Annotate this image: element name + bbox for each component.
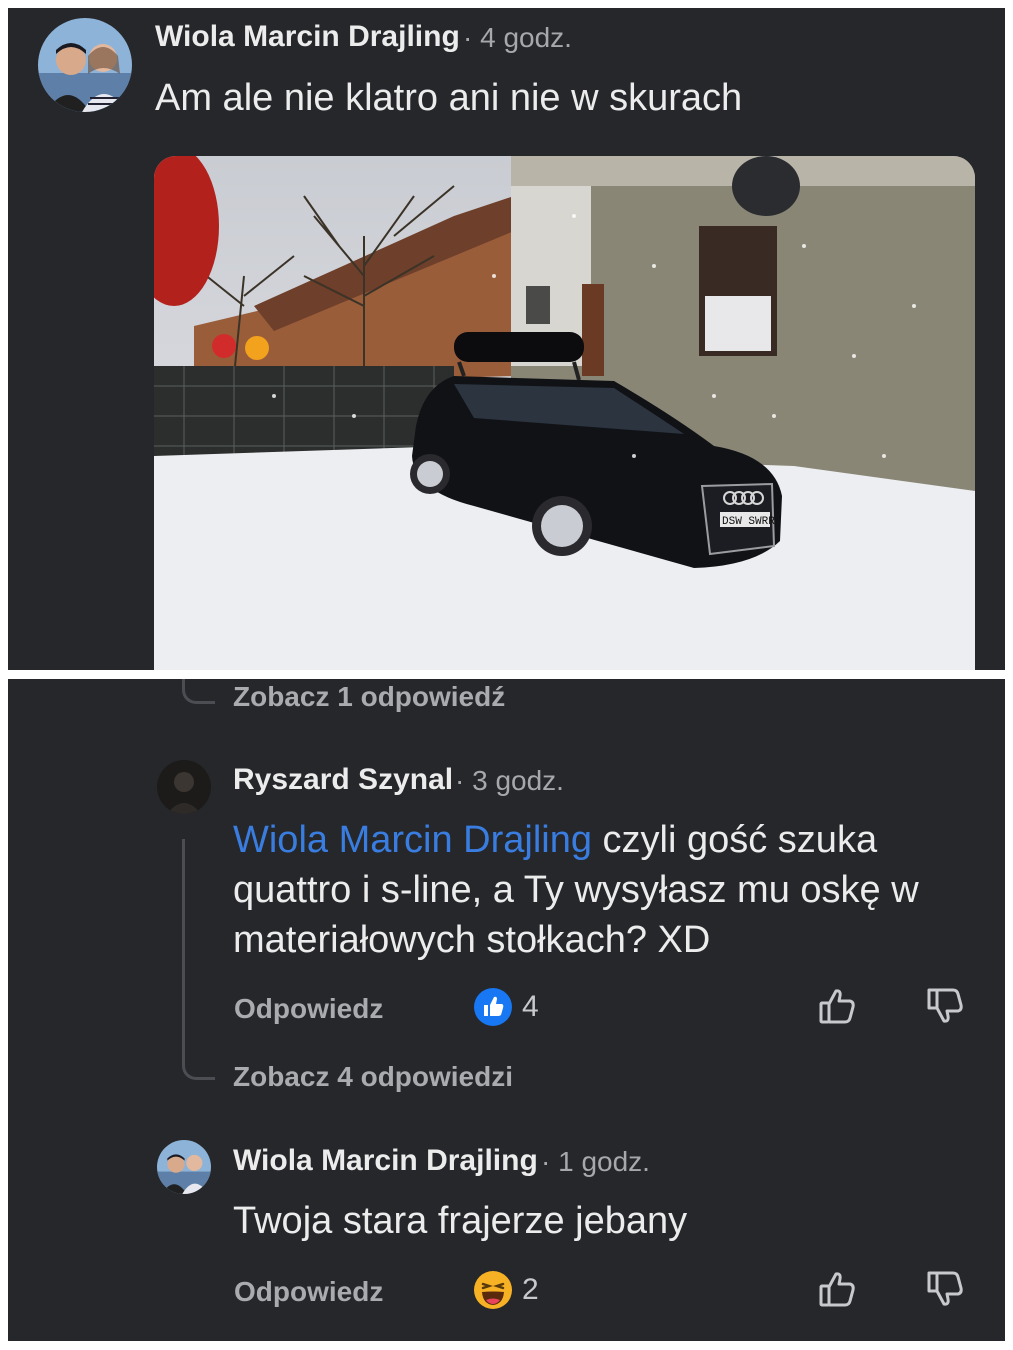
reaction-count: 2: [522, 1273, 539, 1306]
reply-author-name[interactable]: Ryszard Szynal: [233, 763, 453, 797]
attached-photo[interactable]: DSW SWRR: [154, 156, 975, 670]
thread-connector: [182, 1039, 215, 1080]
comment-text: Am ale nie klatro ani nie w skurach: [155, 77, 743, 119]
reaction-count: 4: [522, 990, 539, 1023]
thumbs-up-icon[interactable]: [816, 985, 858, 1027]
couple-avatar-icon: [38, 18, 132, 112]
reply-time: · 3 godz.: [455, 765, 564, 796]
replies-panel: Zobacz 1 odpowiedź Ryszard Szynal · 3 go…: [8, 679, 1005, 1341]
person-avatar-icon: [157, 760, 211, 814]
thumbs-down-icon[interactable]: [924, 985, 966, 1027]
see-replies-link[interactable]: Zobacz 1 odpowiedź: [233, 681, 505, 713]
thread-connector: [182, 679, 215, 704]
reply-author-avatar[interactable]: [157, 760, 211, 814]
couple-avatar-icon: [157, 1140, 211, 1194]
reply-text: Twoja stara frajerze jebany: [233, 1200, 688, 1242]
author-avatar[interactable]: [38, 18, 132, 112]
haha-reaction-icon: [473, 1270, 513, 1310]
thumbs-down-icon[interactable]: [924, 1268, 966, 1310]
license-plate: DSW SWRR: [722, 516, 775, 528]
reply-author-name[interactable]: Wiola Marcin Drajling: [233, 1144, 538, 1178]
reply-text: Wiola Marcin Drajling czyli gość szuka q…: [233, 815, 993, 965]
like-reaction-icon: [473, 987, 513, 1027]
top-comment-panel: Wiola Marcin Drajling · 4 godz. Am ale n…: [8, 8, 1005, 670]
reply-author-avatar[interactable]: [157, 1140, 211, 1194]
mention-link[interactable]: Wiola Marcin Drajling: [233, 819, 592, 861]
see-replies-link[interactable]: Zobacz 4 odpowiedzi: [233, 1061, 513, 1093]
thread-line: [182, 839, 185, 1054]
author-name[interactable]: Wiola Marcin Drajling: [155, 20, 460, 54]
comment-time: · 4 godz.: [463, 22, 572, 53]
reply-button[interactable]: Odpowiedz: [234, 1276, 383, 1308]
reply-time: · 1 godz.: [541, 1146, 650, 1177]
car-photo-icon: DSW SWRR: [154, 156, 975, 670]
thumbs-up-icon[interactable]: [816, 1268, 858, 1310]
reply-button[interactable]: Odpowiedz: [234, 993, 383, 1025]
